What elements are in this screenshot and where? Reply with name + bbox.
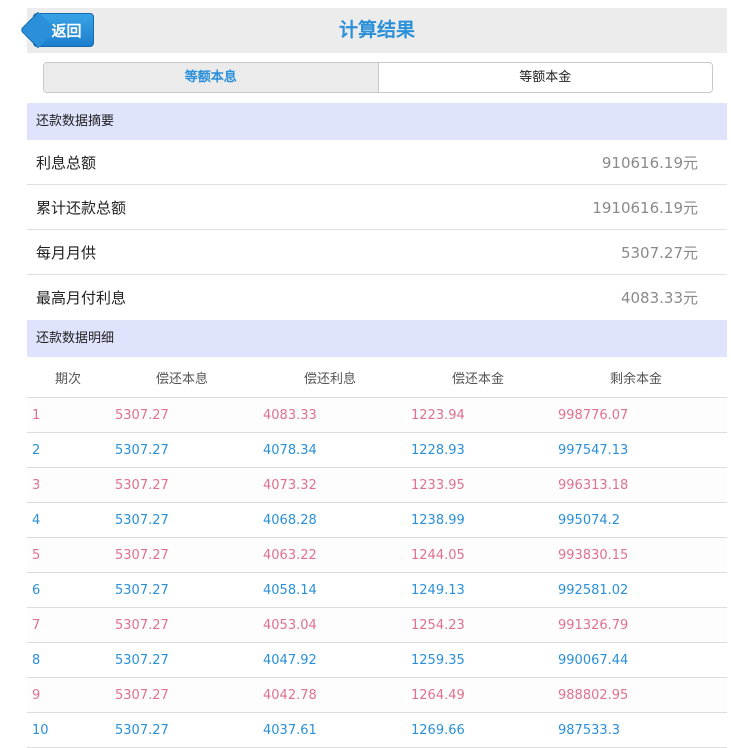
cell-principal: 1254.23	[411, 617, 465, 633]
summary-row-max-monthly-interest: 最高月付利息 4083.33元	[27, 275, 727, 320]
cell-payment: 5307.27	[115, 407, 169, 423]
repayment-method-tabs: 等额本息 等额本金	[43, 62, 713, 93]
cell-principal: 1259.35	[411, 652, 465, 668]
summary-section-header: 还款数据摘要	[27, 103, 727, 140]
cell-principal: 1269.66	[411, 722, 465, 738]
cell-payment: 5307.27	[115, 477, 169, 493]
cell-interest: 4047.92	[263, 652, 317, 668]
cell-period: 10	[32, 722, 49, 738]
cell-period: 1	[32, 407, 41, 423]
column-header-payment: 偿还本息	[156, 371, 209, 387]
cell-interest: 4053.04	[263, 617, 317, 633]
cell-interest: 4058.14	[263, 582, 317, 598]
cell-payment: 5307.27	[115, 687, 169, 703]
cell-interest: 4037.61	[263, 722, 317, 738]
cell-remaining: 995074.2	[558, 512, 621, 528]
cell-payment: 5307.27	[115, 652, 169, 668]
summary-label: 利息总额	[36, 153, 97, 172]
cell-interest: 4068.28	[263, 512, 317, 528]
column-header-period: 期次	[55, 371, 82, 387]
cell-remaining: 991326.79	[558, 617, 629, 633]
summary-value: 910616.19元	[601, 153, 698, 172]
cell-principal: 1238.99	[411, 512, 465, 528]
cell-payment: 5307.27	[115, 722, 169, 738]
cell-period: 7	[32, 617, 41, 633]
cell-interest: 4063.22	[263, 547, 317, 563]
table-row: 9 5307.27 4042.78 1264.49 988802.95	[27, 678, 727, 713]
summary-row-total-interest: 利息总额 910616.19元	[27, 140, 727, 185]
summary-row-total-repayment: 累计还款总额 1910616.19元	[27, 185, 727, 230]
cell-period: 6	[32, 582, 41, 598]
table-row: 5 5307.27 4063.22 1244.05 993830.15	[27, 538, 727, 573]
cell-remaining: 996313.18	[558, 477, 629, 493]
cell-period: 2	[32, 442, 41, 458]
cell-remaining: 988802.95	[558, 687, 629, 703]
back-button-label: 返回	[51, 21, 82, 40]
cell-remaining: 987533.3	[558, 722, 621, 738]
column-header-interest: 偿还利息	[304, 371, 357, 387]
summary-value: 1910616.19元	[592, 198, 698, 217]
cell-remaining: 993830.15	[558, 547, 629, 563]
detail-section-header: 还款数据明细	[27, 320, 727, 357]
cell-period: 8	[32, 652, 41, 668]
cell-principal: 1233.95	[411, 477, 465, 493]
cell-remaining: 990067.44	[558, 652, 629, 668]
app-page: 返回 计算结果 等额本息 等额本金 还款数据摘要 利息总额 910616.19元…	[27, 8, 727, 748]
table-row: 6 5307.27 4058.14 1249.13 992581.02	[27, 573, 727, 608]
table-row: 4 5307.27 4068.28 1238.99 995074.2	[27, 503, 727, 538]
cell-principal: 1264.49	[411, 687, 465, 703]
cell-remaining: 992581.02	[558, 582, 629, 598]
nav-header: 返回 计算结果	[27, 8, 727, 53]
cell-principal: 1249.13	[411, 582, 465, 598]
cell-interest: 4078.34	[263, 442, 317, 458]
cell-period: 3	[32, 477, 41, 493]
table-row: 3 5307.27 4073.32 1233.95 996313.18	[27, 468, 727, 503]
cell-period: 5	[32, 547, 41, 563]
table-row: 2 5307.27 4078.34 1228.93 997547.13	[27, 433, 727, 468]
cell-interest: 4042.78	[263, 687, 317, 703]
table-row: 1 5307.27 4083.33 1223.94 998776.07	[27, 398, 727, 433]
cell-principal: 1244.05	[411, 547, 465, 563]
cell-principal: 1228.93	[411, 442, 465, 458]
detail-table-header: 期次 偿还本息 偿还利息 偿还本金 剩余本金	[27, 357, 727, 398]
summary-label: 每月月供	[36, 243, 97, 262]
page-title: 计算结果	[338, 19, 415, 41]
tab-equal-installment[interactable]: 等额本息	[44, 63, 379, 92]
column-header-principal: 偿还本金	[452, 371, 505, 387]
table-row: 8 5307.27 4047.92 1259.35 990067.44	[27, 643, 727, 678]
table-row: 7 5307.27 4053.04 1254.23 991326.79	[27, 608, 727, 643]
summary-label: 最高月付利息	[36, 289, 127, 307]
summary-label: 累计还款总额	[36, 198, 127, 217]
column-header-remaining: 剩余本金	[610, 371, 663, 387]
cell-payment: 5307.27	[115, 512, 169, 528]
cell-period: 4	[32, 512, 41, 528]
cell-payment: 5307.27	[115, 582, 169, 598]
summary-value: 5307.27元	[620, 243, 698, 262]
cell-remaining: 998776.07	[558, 407, 629, 423]
cell-principal: 1223.94	[411, 407, 465, 423]
summary-value: 4083.33元	[620, 289, 698, 307]
cell-payment: 5307.27	[115, 547, 169, 563]
cell-remaining: 997547.13	[558, 442, 629, 458]
cell-payment: 5307.27	[115, 442, 169, 458]
tab-equal-principal[interactable]: 等额本金	[378, 63, 712, 92]
cell-period: 9	[32, 687, 41, 703]
cell-interest: 4073.32	[263, 477, 317, 493]
detail-table-body: 1 5307.27 4083.33 1223.94 998776.07 2 53…	[27, 398, 727, 748]
cell-interest: 4083.33	[263, 407, 317, 423]
table-row: 10 5307.27 4037.61 1269.66 987533.3	[27, 713, 727, 748]
cell-payment: 5307.27	[115, 617, 169, 633]
summary-row-monthly-payment: 每月月供 5307.27元	[27, 230, 727, 275]
